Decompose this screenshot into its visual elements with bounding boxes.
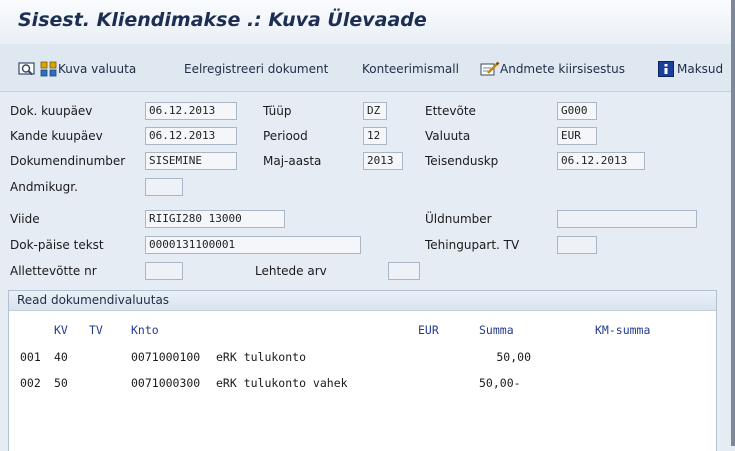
line-items-group: Read dokumendivaluutas KV TV Knto EUR Su… [8, 290, 717, 451]
display-currency-button[interactable]: Kuva valuuta [40, 59, 136, 79]
page-count-label: Lehtede arv [255, 264, 327, 278]
fiscal-year-label: Maj-aasta [263, 154, 322, 168]
line-item-account[interactable]: 0071000300 [131, 375, 200, 391]
overview-button[interactable] [18, 59, 36, 79]
edit-pencil-icon [480, 61, 500, 77]
park-document-label: Eelregistreeri dokument [184, 62, 329, 76]
posting-date-label: Kande kuupäev [10, 129, 103, 143]
subsidiary-number-field[interactable] [145, 262, 183, 280]
line-item-posting-key[interactable]: 50 [54, 375, 68, 391]
fast-data-entry-button[interactable]: Andmete kiirsisestus [480, 59, 625, 79]
company-code-field[interactable]: G000 [557, 102, 597, 120]
info-icon [658, 61, 674, 77]
title-bar: Sisest. Kliendimakse .: Kuva Ülevaade [0, 0, 735, 44]
subsidiary-number-label: Allettevõtte nr [10, 264, 97, 278]
trading-partner-field[interactable] [557, 236, 597, 254]
display-currency-label: Kuva valuuta [58, 62, 137, 76]
page-title: Sisest. Kliendimakse .: Kuva Ülevaade [18, 9, 427, 31]
column-header-tax-amount: KM-summa [595, 323, 651, 337]
ledger-group-field[interactable] [145, 178, 183, 196]
header-text-field[interactable]: 0000131100001 [145, 236, 361, 254]
application-toolbar: Kuva valuuta Eelregistreeri dokument Kon… [0, 44, 735, 92]
posting-date-field[interactable]: 06.12.2013 [145, 127, 237, 145]
trading-partner-label: Tehingupart. TV [425, 238, 520, 252]
doc-date-field[interactable]: 06.12.2013 [145, 102, 237, 120]
taxes-label: Maksud [677, 62, 724, 76]
reference-field[interactable]: RIIGI280 13000 [145, 210, 285, 228]
period-label: Periood [263, 129, 308, 143]
column-header-currency: EUR [418, 323, 439, 337]
line-item-account-text: eRK tulukonto vahek [216, 376, 348, 390]
cross-company-number-label: Üldnumber [425, 212, 492, 226]
currency-label: Valuuta [425, 129, 471, 143]
cross-company-number-field[interactable] [557, 210, 697, 228]
ledger-group-label: Andmikugr. [10, 180, 78, 194]
translation-date-field[interactable]: 06.12.2013 [557, 152, 645, 170]
period-field[interactable]: 12 [363, 127, 387, 145]
currency-field[interactable]: EUR [557, 127, 597, 145]
doc-type-label: Tüüp [263, 104, 292, 118]
posting-template-button[interactable]: Konteerimismall [362, 59, 459, 79]
page-count-field[interactable] [388, 262, 420, 280]
reference-label: Viide [10, 212, 40, 226]
park-document-button[interactable]: Eelregistreeri dokument [184, 59, 328, 79]
display-overview-icon [18, 61, 36, 77]
currency-icon [40, 61, 58, 77]
document-header-form: Dok. kuupäev 06.12.2013 Tüüp DZ Ettevõte… [0, 92, 735, 292]
fiscal-year-field[interactable]: 2013 [363, 152, 403, 170]
document-number-field[interactable]: SISEMINE [145, 152, 237, 170]
document-number-label: Dokumendinumber [10, 154, 126, 168]
line-item-account[interactable]: 0071000100 [131, 349, 200, 365]
line-item-amount: 50,00- [479, 376, 521, 390]
window-edge [731, 0, 735, 446]
company-code-label: Ettevõte [425, 104, 476, 118]
line-item-number[interactable]: 001 [20, 349, 41, 365]
header-text-label: Dok-päise tekst [10, 238, 104, 252]
translation-date-label: Teisenduskp [425, 154, 499, 168]
column-header-tv: TV [89, 323, 103, 337]
column-header-kv: KV [54, 323, 68, 337]
taxes-button[interactable]: Maksud [658, 59, 723, 79]
line-item-number[interactable]: 002 [20, 375, 41, 391]
doc-date-label: Dok. kuupäev [10, 104, 93, 118]
column-header-amount: Summa [479, 323, 514, 337]
line-items-group-title: Read dokumendivaluutas [9, 291, 716, 311]
doc-type-field[interactable]: DZ [363, 102, 387, 120]
column-header-account: Knto [131, 323, 159, 337]
fast-data-entry-label: Andmete kiirsisestus [500, 62, 625, 76]
line-item-posting-key[interactable]: 40 [54, 349, 68, 365]
posting-template-label: Konteerimismall [362, 62, 459, 76]
line-item-account-text: eRK tulukonto [216, 350, 307, 364]
line-item-amount: 50,00 [496, 350, 531, 364]
